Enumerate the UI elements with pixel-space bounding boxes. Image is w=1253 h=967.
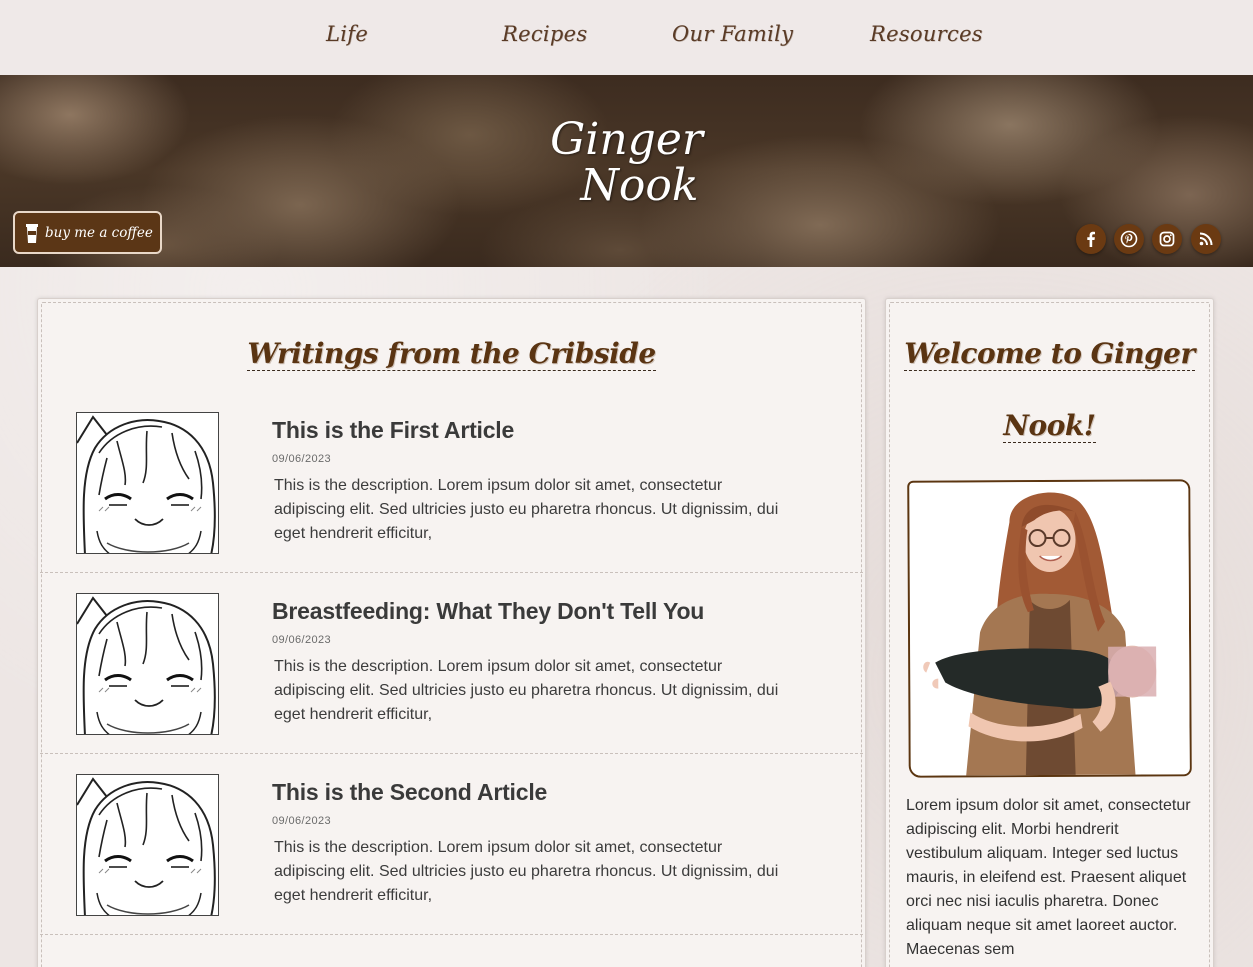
article-thumbnail[interactable] — [76, 412, 219, 554]
article-title[interactable]: This is the First Article — [272, 417, 514, 444]
welcome-heading-line1-text: Welcome to Ginger — [904, 337, 1195, 371]
nav-link-recipes[interactable]: Recipes — [502, 22, 587, 46]
mother-holding-baby-photo — [909, 481, 1192, 778]
buy-me-a-coffee-button[interactable]: buy me a coffee — [13, 211, 162, 254]
pinterest-icon[interactable] — [1114, 224, 1144, 254]
articles-card: Writings from the Cribside This is the F… — [37, 298, 866, 967]
instagram-icon[interactable] — [1152, 224, 1182, 254]
anime-girl-illustration — [77, 775, 218, 915]
nav-link-our-family[interactable]: Our Family — [672, 22, 793, 46]
article-list-item[interactable]: Breastfeeding: What They Don't Tell You … — [40, 573, 863, 754]
article-thumbnail[interactable] — [76, 593, 219, 735]
author-photo — [907, 479, 1192, 778]
welcome-heading-line1: Welcome to Ginger — [886, 337, 1213, 371]
nav-link-life[interactable]: Life — [326, 22, 368, 46]
site-title[interactable]: Ginger Nook — [0, 117, 1253, 209]
welcome-body-text: Lorem ipsum dolor sit amet, consectetur … — [906, 797, 1191, 958]
anime-girl-illustration — [77, 413, 218, 553]
article-title[interactable]: This is the Second Article — [272, 779, 547, 806]
article-list-item[interactable]: This is the Second Article 09/06/2023 Th… — [40, 754, 863, 935]
coffee-cup-icon — [25, 222, 39, 244]
rss-icon[interactable] — [1191, 224, 1221, 254]
welcome-heading-line2: Nook! — [886, 409, 1213, 443]
welcome-heading-line2-text: Nook! — [1003, 409, 1096, 443]
article-thumbnail[interactable] — [76, 774, 219, 916]
article-list-item[interactable]: This is the First Article 09/06/2023 Thi… — [40, 392, 863, 573]
article-description: This is the description. Lorem ipsum dol… — [274, 477, 779, 542]
facebook-icon[interactable] — [1076, 224, 1106, 254]
articles-heading: Writings from the Cribside — [38, 337, 865, 371]
coffee-button-label: buy me a coffee — [45, 224, 153, 241]
anime-girl-illustration — [77, 594, 218, 734]
site-title-line2: Nook — [580, 160, 699, 211]
article-description: This is the description. Lorem ipsum dol… — [274, 839, 779, 904]
article-date: 09/06/2023 — [272, 634, 332, 646]
welcome-sidebar: Welcome to Ginger Nook! Lorem ipsum dolo… — [885, 298, 1214, 967]
article-date: 09/06/2023 — [272, 815, 332, 827]
hero-banner: Ginger Nook buy me a coffee — [0, 75, 1253, 267]
top-nav: Life Recipes Our Family Resources — [0, 0, 1253, 75]
nav-link-resources[interactable]: Resources — [870, 22, 983, 46]
site-title-line1: Ginger — [550, 114, 703, 165]
article-title[interactable]: Breastfeeding: What They Don't Tell You — [272, 598, 704, 625]
articles-heading-text: Writings from the Cribside — [247, 337, 656, 371]
article-description: This is the description. Lorem ipsum dol… — [274, 658, 779, 723]
article-date: 09/06/2023 — [272, 453, 332, 465]
